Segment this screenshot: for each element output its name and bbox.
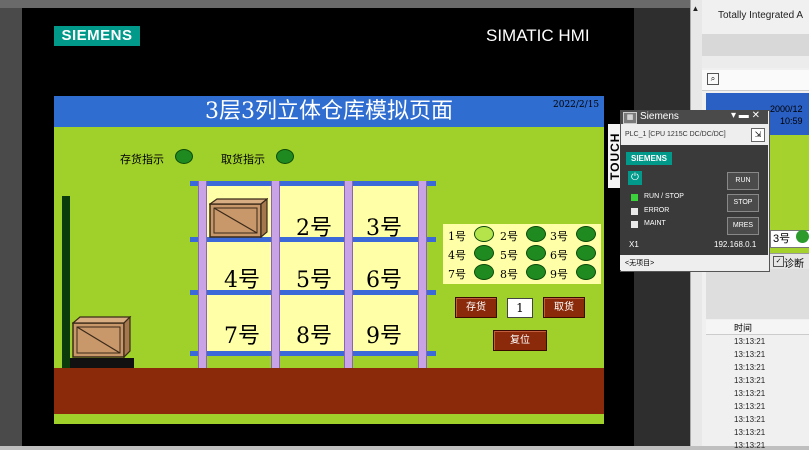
stock-in-indicator-led bbox=[175, 149, 193, 164]
scroll-up-icon[interactable]: ▲ bbox=[690, 4, 701, 14]
tia-portal-subband bbox=[702, 56, 809, 68]
diagnostics-icon[interactable]: ✓ bbox=[773, 256, 784, 267]
background-window-left bbox=[0, 0, 22, 446]
status-led-5 bbox=[526, 245, 546, 261]
plcsim-siemens-logo: SIEMENS bbox=[626, 152, 672, 165]
tia-portal-title: Totally Integrated A bbox=[718, 10, 804, 21]
quantity-input[interactable]: 1 bbox=[507, 298, 533, 318]
mres-button[interactable]: MRES bbox=[727, 217, 759, 235]
list-item[interactable]: 13:13:21 bbox=[734, 337, 765, 346]
store-button[interactable]: 存货 bbox=[455, 297, 497, 318]
maint-led bbox=[631, 221, 638, 228]
status-label-8: 8号 bbox=[500, 268, 518, 281]
column-header-time[interactable]: 时间 bbox=[734, 321, 752, 334]
crate-icon bbox=[72, 316, 132, 359]
tab-diagnostics[interactable]: 诊断 bbox=[784, 255, 804, 270]
status-label-5: 5号 bbox=[500, 249, 518, 262]
tia-preview-led bbox=[796, 230, 809, 243]
run-stop-label: RUN / STOP bbox=[644, 193, 684, 200]
search-icon[interactable]: ⌕ bbox=[707, 73, 719, 85]
page-title: 3层3列立体仓库模拟页面 bbox=[205, 99, 453, 124]
plcsim-project[interactable]: <无项目> bbox=[625, 258, 654, 268]
simatic-hmi-label: SIMATIC HMI bbox=[486, 26, 590, 45]
tia-grey-area bbox=[706, 269, 809, 319]
status-label-9: 9号 bbox=[550, 268, 568, 281]
status-led-3 bbox=[576, 226, 596, 242]
rack-cell-9-label: 9号 bbox=[366, 324, 402, 349]
warehouse-floor bbox=[54, 368, 604, 414]
power-icon[interactable]: ⏻ bbox=[628, 171, 642, 185]
list-item[interactable]: 13:13:21 bbox=[734, 402, 765, 411]
status-led-9 bbox=[576, 264, 596, 280]
expand-view-icon[interactable]: ⇲ bbox=[751, 128, 765, 142]
status-led-6 bbox=[576, 245, 596, 261]
list-item[interactable]: 13:13:21 bbox=[734, 363, 765, 372]
stop-button[interactable]: STOP bbox=[727, 194, 759, 212]
crate-icon bbox=[209, 198, 268, 238]
status-label-7: 7号 bbox=[448, 268, 466, 281]
rack-beam-2 bbox=[190, 290, 436, 295]
status-label-1: 1号 bbox=[448, 230, 466, 243]
rack-cell-7-label: 7号 bbox=[224, 324, 260, 349]
tia-preview-date: 2000/12 bbox=[770, 104, 803, 114]
background-window-top bbox=[0, 0, 690, 8]
status-led-4 bbox=[474, 245, 494, 261]
stock-out-indicator-led bbox=[276, 149, 294, 164]
list-item[interactable]: 13:13:21 bbox=[734, 428, 765, 437]
plcsim-app-icon: ▦ bbox=[623, 112, 637, 124]
run-button[interactable]: RUN bbox=[727, 172, 759, 190]
floor-stripe bbox=[54, 414, 604, 424]
status-led-2 bbox=[526, 226, 546, 242]
stock-out-indicator-label: 取货指示 bbox=[221, 153, 265, 166]
plcsim-device-name: PLC_1 [CPU 1215C DC/DC/DC] bbox=[625, 131, 726, 138]
error-label: ERROR bbox=[644, 207, 670, 214]
ip-address: 192.168.0.1 bbox=[714, 240, 757, 249]
list-item[interactable]: 13:13:21 bbox=[734, 376, 765, 385]
list-item[interactable]: 13:13:21 bbox=[734, 389, 765, 398]
window-controls-icon[interactable]: ▾ ▬ ✕ bbox=[731, 110, 760, 121]
rack-cell-8-label: 8号 bbox=[296, 324, 332, 349]
status-label-2: 2号 bbox=[500, 230, 518, 243]
tia-portal-toolbar-band bbox=[702, 34, 809, 56]
stacker-platform bbox=[70, 358, 134, 368]
status-led-7 bbox=[474, 264, 494, 280]
rack-beam-bottom bbox=[190, 351, 436, 356]
status-label-6: 6号 bbox=[550, 249, 568, 262]
list-item[interactable]: 13:13:21 bbox=[734, 415, 765, 424]
rack-post-3 bbox=[344, 181, 353, 368]
maint-label: MAINT bbox=[644, 220, 666, 227]
status-label-4: 4号 bbox=[448, 249, 466, 262]
plcsim-title: Siemens bbox=[640, 111, 679, 122]
siemens-logo: SIEMENS bbox=[54, 26, 140, 46]
retrieve-button[interactable]: 取货 bbox=[543, 297, 585, 318]
list-item[interactable]: 13:13:21 bbox=[734, 350, 765, 359]
rack-beam-top bbox=[190, 181, 436, 186]
status-label-3: 3号 bbox=[550, 230, 568, 243]
rack-post-4 bbox=[418, 181, 427, 368]
interface-label: X1 bbox=[629, 240, 639, 249]
tia-list-header bbox=[706, 320, 809, 335]
rack-post-2 bbox=[271, 181, 280, 368]
screen-date: 2022/2/15 bbox=[553, 100, 600, 110]
status-led-1 bbox=[474, 226, 494, 242]
rack-post-1 bbox=[198, 181, 207, 368]
reset-button[interactable]: 复位 bbox=[493, 330, 547, 351]
error-led bbox=[631, 208, 638, 215]
tia-preview-time: 10:59 bbox=[780, 116, 803, 126]
status-led-8 bbox=[526, 264, 546, 280]
stock-in-indicator-label: 存货指示 bbox=[120, 153, 164, 166]
stacker-crane-pole bbox=[62, 196, 70, 368]
run-stop-led bbox=[631, 194, 638, 201]
